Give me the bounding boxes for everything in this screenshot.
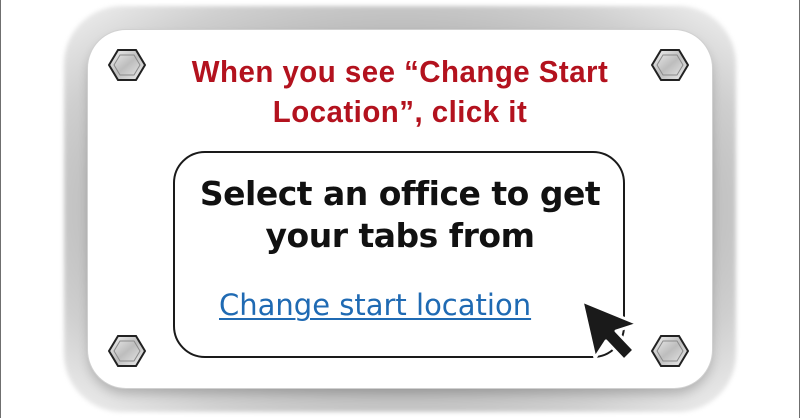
hex-screw-icon <box>108 335 146 367</box>
hex-screw-icon <box>108 49 146 81</box>
change-start-location-link[interactable]: Change start location <box>219 287 531 323</box>
hex-screw-icon <box>651 49 689 81</box>
hex-screw-icon <box>651 335 689 367</box>
dialog-message: Select an office to get your tabs from <box>199 174 601 255</box>
mouse-pointer-icon <box>580 299 640 362</box>
left-border-line <box>0 0 1 418</box>
instruction-heading: When you see “Change Start Location”, cl… <box>191 54 609 129</box>
location-dialog: Select an office to get your tabs from C… <box>173 151 625 358</box>
